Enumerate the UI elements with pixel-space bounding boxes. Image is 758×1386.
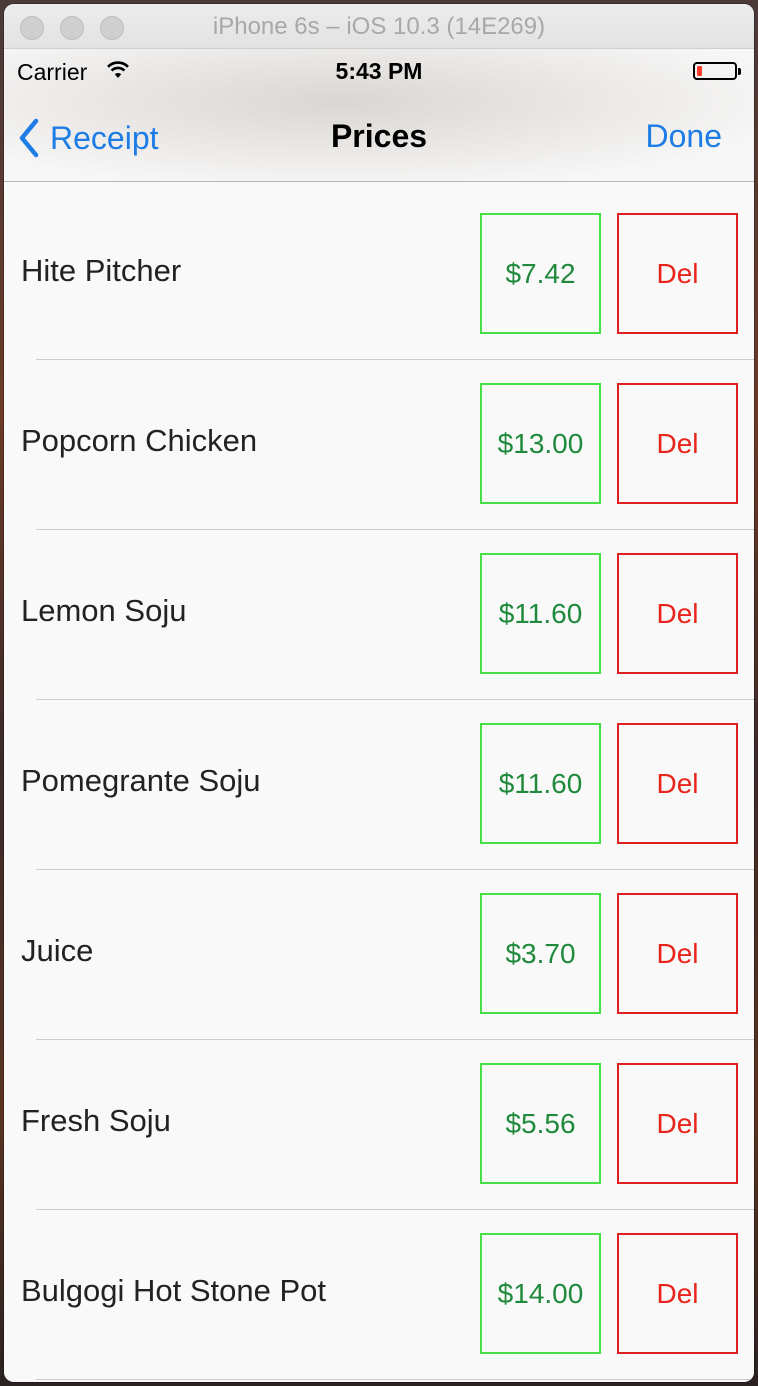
window-title: iPhone 6s – iOS 10.3 (14E269) (212, 13, 546, 40)
delete-button[interactable]: Del (617, 1063, 738, 1184)
status-time: 5:43 PM (335, 58, 423, 84)
item-name: Pomegrante Soju (21, 763, 261, 798)
item-name: Popcorn Chicken (21, 423, 258, 458)
list-item: Pomegrante Soju $11.60 Del (4, 700, 754, 870)
item-name: Juice (21, 933, 94, 968)
price-button[interactable]: $3.70 (480, 893, 601, 1014)
item-name: Hite Pitcher (21, 253, 182, 288)
price-list: Hite Pitcher $7.42 Del Popcorn Chicken $… (4, 190, 754, 1380)
window-titlebar: iPhone 6s – iOS 10.3 (14E269) (4, 4, 754, 49)
simulator-window: iPhone 6s – iOS 10.3 (14E269) Carrier 5:… (4, 4, 754, 1382)
done-button[interactable]: Done (646, 118, 723, 155)
price-button[interactable]: $7.42 (480, 213, 601, 334)
delete-button[interactable]: Del (617, 213, 738, 334)
price-button[interactable]: $14.00 (480, 1233, 601, 1354)
status-bar: Carrier 5:43 PM (4, 49, 754, 99)
delete-button[interactable]: Del (617, 383, 738, 504)
list-item: Popcorn Chicken $13.00 Del (4, 360, 754, 530)
price-button[interactable]: $5.56 (480, 1063, 601, 1184)
delete-button[interactable]: Del (617, 723, 738, 844)
item-name: Lemon Soju (21, 593, 187, 628)
delete-button[interactable]: Del (617, 553, 738, 674)
list-item: Juice $3.70 Del (4, 870, 754, 1040)
list-item: Lemon Soju $11.60 Del (4, 530, 754, 700)
list-item: Hite Pitcher $7.42 Del (4, 190, 754, 360)
item-name: Bulgogi Hot Stone Pot (21, 1273, 327, 1308)
navigation-area: Carrier 5:43 PM Receipt Prices Done (4, 49, 754, 182)
price-button[interactable]: $11.60 (480, 723, 601, 844)
price-button[interactable]: $11.60 (480, 553, 601, 674)
battery-icon (693, 62, 741, 80)
battery-level (697, 66, 702, 76)
list-item: Bulgogi Hot Stone Pot $14.00 Del (4, 1210, 754, 1380)
list-item: Fresh Soju $5.56 Del (4, 1040, 754, 1210)
item-name: Fresh Soju (21, 1103, 171, 1138)
delete-button[interactable]: Del (617, 1233, 738, 1354)
price-button[interactable]: $13.00 (480, 383, 601, 504)
page-title: Prices (330, 118, 428, 154)
delete-button[interactable]: Del (617, 893, 738, 1014)
